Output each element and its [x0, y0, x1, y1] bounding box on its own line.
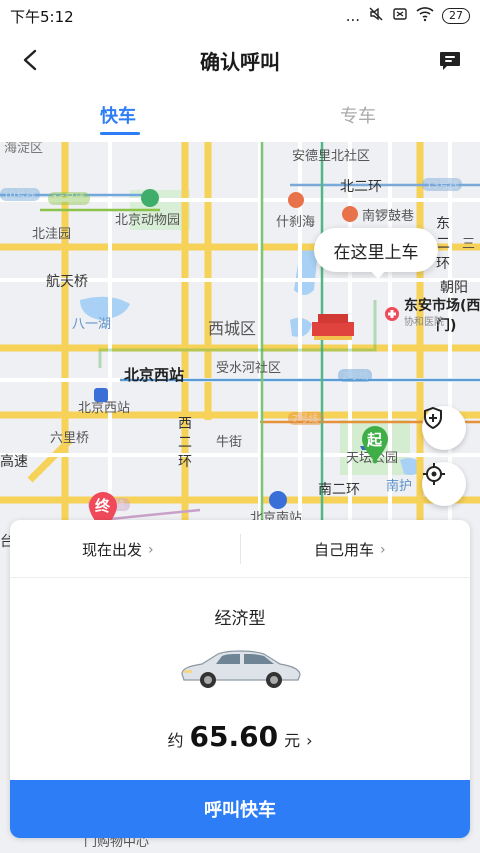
- map-label-dong: 东: [436, 216, 450, 232]
- south-station-icon: [269, 491, 287, 509]
- price-amount: 65.60: [189, 720, 279, 753]
- map-label-north2ring: 北二环: [340, 179, 382, 195]
- map-label-beijingwest: 北京西站: [124, 366, 184, 384]
- locate-button[interactable]: [422, 462, 466, 506]
- options-divider: [240, 534, 241, 564]
- safety-button[interactable]: [422, 406, 466, 450]
- ride-card: 现在出发 › 自己用车 › 经济型 约 65.60 元 › 呼叫快车: [10, 520, 470, 838]
- depart-time-label: 现在出发: [82, 541, 143, 559]
- back-arrow-icon: [23, 49, 37, 71]
- sim-icon: [392, 6, 408, 26]
- map-label-xihuan: 环: [178, 454, 192, 470]
- map-label-xier: 二: [178, 435, 192, 451]
- map-label-haidian: 海淀区: [4, 142, 43, 156]
- service-tabs: 快车 专车: [0, 88, 480, 142]
- map-label-shoushuihe: 受水河社区: [216, 360, 281, 376]
- map-label-chaoyang: 朝阳: [440, 280, 468, 296]
- map-label-nanhu: 南护: [386, 478, 412, 494]
- end-pin-label: 终: [95, 497, 111, 515]
- status-icons: ... 27: [346, 6, 470, 26]
- map-label-south2ring: 南二环: [318, 482, 360, 498]
- back-button[interactable]: [14, 44, 46, 76]
- ride-options: 现在出发 › 自己用车 ›: [10, 520, 470, 578]
- pickup-bubble-tail: [370, 270, 386, 279]
- map-label-xicheng: 西城区: [208, 319, 256, 338]
- map-label-bayihu: 八一湖: [72, 317, 111, 332]
- chevron-right-icon: ›: [380, 541, 386, 558]
- chevron-right-icon: ›: [306, 731, 313, 750]
- message-button[interactable]: [434, 44, 466, 76]
- approx-label: 约: [167, 731, 184, 750]
- page-title: 确认呼叫: [200, 49, 280, 74]
- active-tab-indicator: [100, 132, 140, 135]
- status-time: 下午5:12: [10, 7, 74, 26]
- status-bar: 下午5:12 ... 27: [0, 0, 480, 32]
- mute-icon: [368, 6, 384, 26]
- car-image: [176, 644, 304, 696]
- map-label-xiehe: 协和医院: [404, 315, 444, 328]
- more-dots-icon: ...: [345, 7, 360, 25]
- map-label-beijingwest2: 北京西站: [78, 401, 130, 416]
- shield-icon: [424, 406, 442, 430]
- depart-time-option[interactable]: 现在出发 ›: [82, 539, 154, 560]
- map-label-san: 三: [462, 237, 475, 252]
- locate-icon: [423, 463, 445, 485]
- map-label-niujie: 牛街: [216, 435, 242, 450]
- price-estimate[interactable]: 约 65.60 元 ›: [10, 720, 470, 753]
- wifi-icon: [416, 6, 434, 26]
- rider-label: 自己用车: [314, 541, 375, 559]
- sedan-icon: [181, 650, 301, 688]
- map-label-hangtianqiao: 航天桥: [46, 274, 88, 290]
- start-pin: 起: [359, 424, 391, 464]
- map-label-xi: 西: [178, 416, 192, 432]
- map-label-dongan: 东安市场(西: [404, 297, 480, 314]
- tab-kuaiche[interactable]: 快车: [100, 102, 136, 128]
- subway-station-icon: [94, 388, 108, 402]
- map-label-nanluoguxiang: 南锣鼓巷: [362, 208, 414, 224]
- zoo-icon: [141, 189, 159, 207]
- start-pin-label: 起: [367, 431, 383, 449]
- chat-icon: [440, 52, 460, 70]
- chevron-right-icon: ›: [148, 541, 154, 558]
- map-label-beiwayuan: 北洼园: [32, 227, 71, 242]
- shichahai-pin-icon: [288, 192, 304, 208]
- nanluoguxiang-pin-icon: [342, 206, 358, 222]
- pickup-bubble[interactable]: 在这里上车: [314, 228, 438, 272]
- map-label-er: 二: [436, 236, 450, 252]
- rider-option[interactable]: 自己用车 ›: [314, 539, 386, 560]
- currency-unit: 元: [284, 731, 301, 750]
- map-label-gaosu: 高速: [0, 453, 28, 470]
- car-type-label: 经济型: [214, 609, 266, 629]
- map-label-zoo: 北京动物园: [115, 213, 180, 228]
- map-label-liuliqiao: 六里桥: [50, 431, 89, 446]
- hospital-icon: [385, 307, 399, 321]
- tab-zhuanche[interactable]: 专车: [340, 102, 376, 128]
- call-ride-button[interactable]: 呼叫快车: [10, 780, 470, 838]
- map-label-deshengli: 安德里北社区: [292, 148, 370, 164]
- tiananmen-icon: [312, 314, 354, 340]
- map-label-huan: 环: [436, 256, 450, 272]
- page-header: 确认呼叫: [0, 32, 480, 88]
- battery-indicator: 27: [442, 8, 470, 24]
- map-label-shichahai: 什刹海: [276, 215, 315, 230]
